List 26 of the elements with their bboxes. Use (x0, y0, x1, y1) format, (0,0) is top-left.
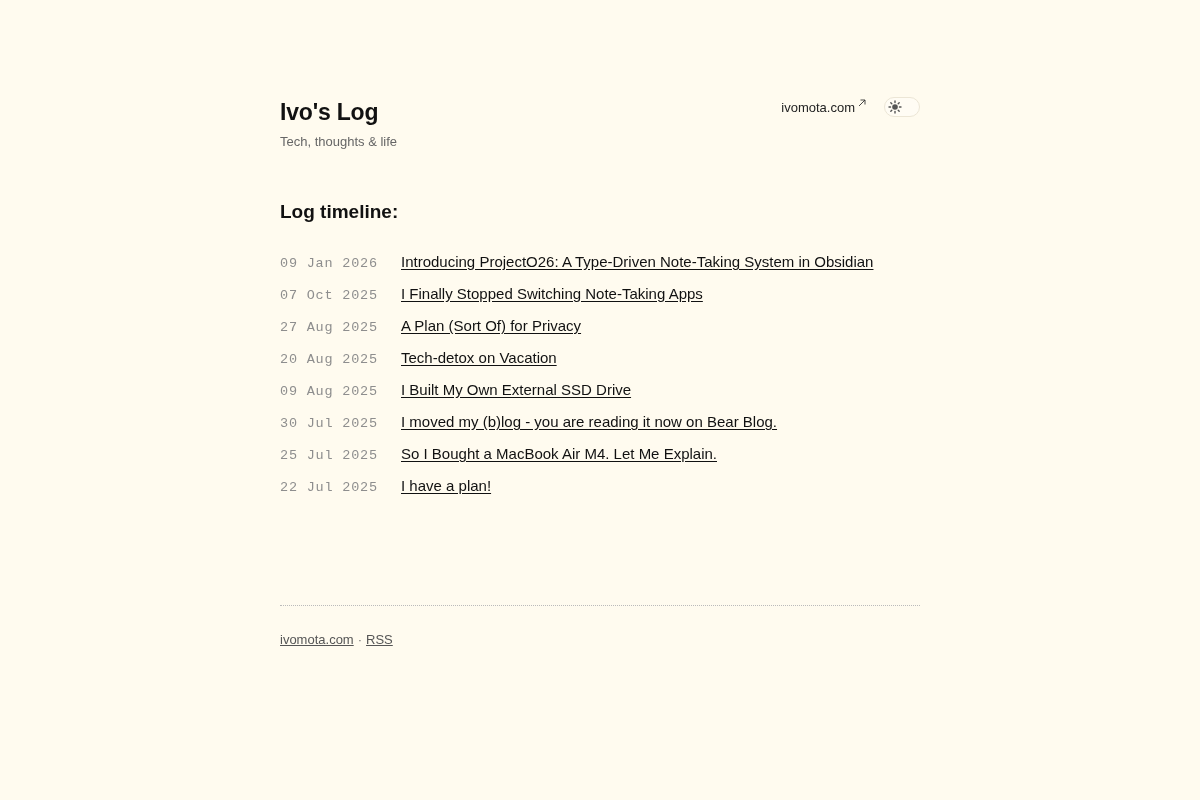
post-date: 22 Jul 2025 (280, 480, 379, 495)
blog-tagline: Tech, thoughts & life (280, 134, 398, 149)
post-date: 27 Aug 2025 (280, 320, 379, 335)
timeline-heading: Log timeline: (280, 201, 400, 223)
post-date: 09 Aug 2025 (280, 384, 379, 399)
post-date: 25 Jul 2025 (280, 448, 379, 463)
post-title-link[interactable]: Tech-detox on Vacation (401, 349, 557, 366)
external-arrow-icon (858, 99, 866, 107)
post-date: 07 Oct 2025 (280, 288, 379, 303)
separator-dot: · (357, 632, 363, 647)
sun-icon (888, 100, 902, 114)
theme-toggle[interactable] (884, 97, 920, 117)
post-date: 09 Jan 2026 (280, 256, 379, 271)
footer-link[interactable]: ivomota.com (280, 632, 354, 647)
post-title-link[interactable]: I have a plan! (401, 477, 492, 494)
post-title-link[interactable]: I Built My Own External SSD Drive (401, 381, 632, 398)
website-link[interactable]: ivomota.com (781, 99, 855, 115)
blog-title: Ivo's Log (280, 98, 380, 127)
post-date: 30 Jul 2025 (280, 416, 379, 431)
post-title-link[interactable]: So I Bought a MacBook Air M4. Let Me Explain. (401, 445, 717, 462)
footer-link[interactable]: RSS (366, 632, 393, 647)
post-date: 20 Aug 2025 (280, 352, 379, 367)
post-title-link[interactable]: I moved my (b)log - you are reading it now on Bear Blog. (401, 413, 778, 430)
post-title-link[interactable]: Introducing ProjectO26: A Type-Driven Note-Taking System in Obsidian (401, 253, 874, 270)
post-title-link[interactable]: A Plan (Sort Of) for Privacy (401, 317, 582, 334)
post-title-link[interactable]: I Finally Stopped Switching Note-Taking Apps (401, 285, 703, 302)
